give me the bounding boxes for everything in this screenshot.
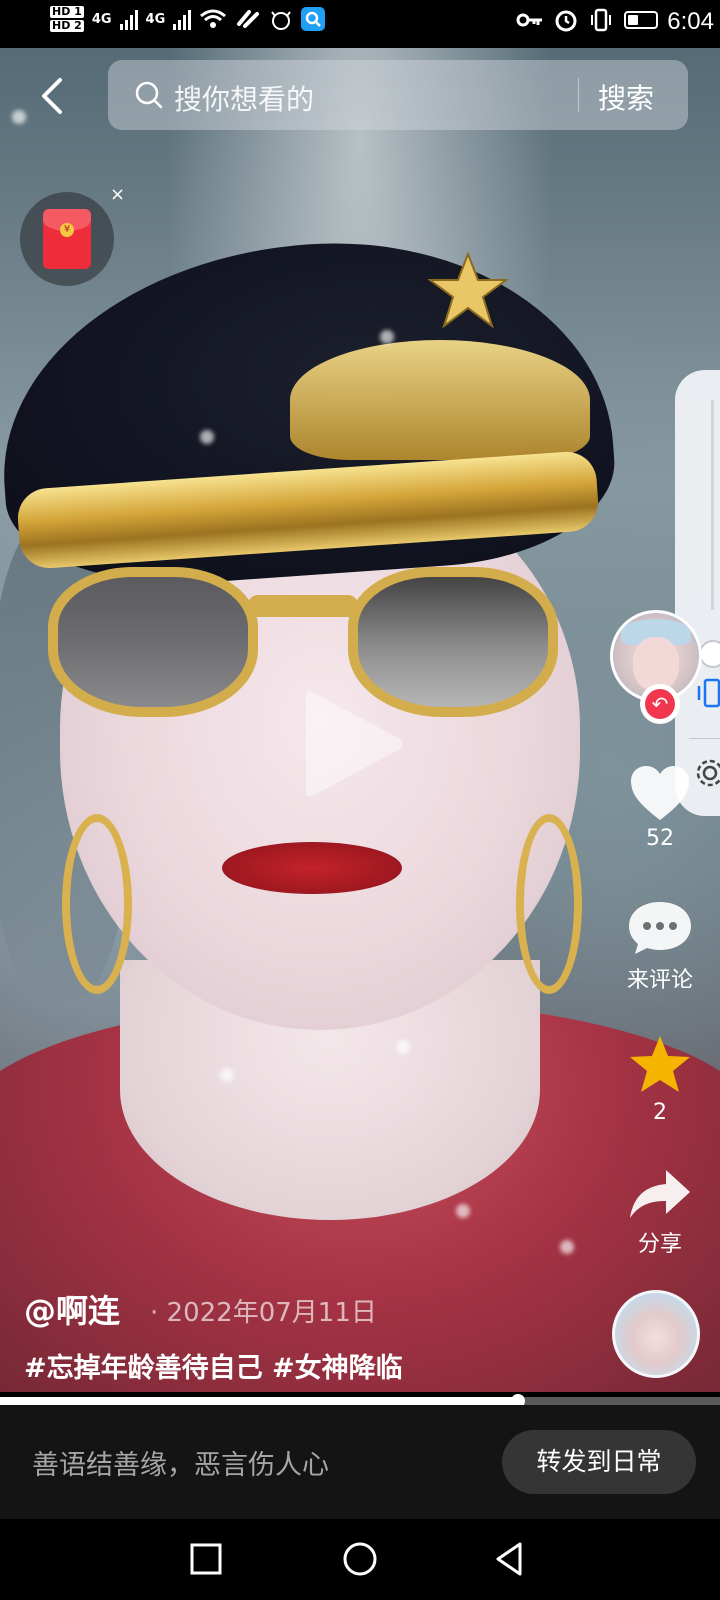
status-time: 6:04	[667, 8, 714, 35]
video-progress-fill	[0, 1397, 519, 1405]
video-earring-left	[62, 814, 132, 994]
red-envelope-icon: ¥	[43, 209, 91, 269]
sparkle	[200, 430, 214, 444]
sparkle	[12, 110, 26, 124]
signal-bars-2	[173, 8, 192, 30]
chevron-left-icon[interactable]	[34, 76, 74, 116]
favorite-count: 2	[653, 1100, 667, 1125]
search-bar[interactable]: 搜你想看的 搜索	[108, 60, 688, 130]
share-label: 分享	[637, 1232, 682, 1257]
comment-label: 来评论	[626, 968, 693, 993]
search-divider	[578, 78, 579, 112]
link-icon	[237, 10, 260, 28]
search-app-icon	[301, 7, 326, 31]
signal-bars-1	[119, 8, 138, 30]
avatar-face	[633, 637, 679, 691]
screen: HD 1 HD 2 4G 4G 6:04 搜你想看的 搜索 ¥ × ↶ 52 来…	[0, 0, 720, 1600]
author-name[interactable]: @啊连	[24, 1286, 120, 1332]
sparkle	[560, 1240, 574, 1254]
video-progress-bar[interactable]	[0, 1394, 720, 1408]
floating-side-panel[interactable]	[675, 370, 720, 816]
video-hat-wings	[290, 340, 590, 460]
status-bar-right: 6:04	[516, 8, 714, 35]
follow-button[interactable]: ↶	[640, 684, 680, 724]
side-panel-slider-knob[interactable]	[699, 640, 720, 668]
video-earring-right	[516, 814, 582, 994]
share-arrow-icon[interactable]	[628, 1168, 692, 1220]
star-icon[interactable]	[628, 1034, 692, 1094]
status-bar-left: HD 1 HD 2 4G 4G	[50, 6, 326, 32]
search-input[interactable]: 搜你想看的	[174, 78, 314, 118]
network-type-2: 4G	[145, 11, 166, 27]
comment-bubble-icon[interactable]	[627, 900, 693, 956]
red-packet-button[interactable]: ¥	[20, 192, 114, 286]
sunglasses-bridge	[248, 595, 358, 617]
follow-arrow-icon: ↶	[645, 689, 675, 719]
heart-icon[interactable]	[629, 764, 691, 822]
sunglasses-lens-left	[48, 567, 258, 717]
sparkle	[220, 1068, 234, 1082]
forward-to-daily-button[interactable]: 转发到日常	[502, 1430, 696, 1494]
comment-bar: 善语结善缘，恶言伤人心 转发到日常	[0, 1405, 720, 1519]
side-panel-slider-track[interactable]	[711, 400, 714, 610]
sparkle	[456, 1204, 470, 1218]
video-lips	[222, 842, 402, 894]
triangle-back-icon[interactable]	[490, 1539, 530, 1579]
music-disc[interactable]	[612, 1290, 700, 1378]
search-icon	[135, 81, 163, 109]
alarm-icon	[555, 10, 577, 32]
search-button[interactable]: 搜索	[598, 77, 654, 117]
red-packet-close-button[interactable]: ×	[110, 184, 125, 205]
coin-icon: ¥	[60, 223, 74, 237]
vibrate-icon	[591, 8, 611, 32]
favorite-action[interactable]: 2	[615, 1034, 705, 1125]
system-nav-bar	[0, 1519, 720, 1600]
hd-indicator: HD 1 HD 2	[50, 6, 84, 32]
cow-app-icon	[271, 11, 292, 30]
like-count: 52	[646, 826, 674, 851]
network-type-1: 4G	[91, 11, 112, 27]
status-bar: HD 1 HD 2 4G 4G 6:04	[0, 0, 720, 48]
circle-icon[interactable]	[340, 1539, 380, 1579]
share-action[interactable]: 分享	[615, 1168, 705, 1258]
key-icon	[516, 13, 542, 27]
sparkle	[380, 330, 394, 344]
hd1-label: HD 1	[50, 5, 84, 18]
hat-star-badge	[428, 252, 508, 329]
wifi-icon	[200, 9, 227, 28]
comment-input[interactable]: 善语结善缘，恶言伤人心	[32, 1443, 329, 1482]
hashtags[interactable]: #忘掉年龄善待自己 #女神降临	[24, 1346, 403, 1385]
play-icon[interactable]	[298, 684, 408, 804]
hd2-label: HD 2	[50, 19, 84, 32]
screen-mode-icon[interactable]	[693, 676, 720, 712]
like-action[interactable]: 52	[615, 764, 705, 851]
battery-icon	[624, 11, 658, 29]
square-icon[interactable]	[186, 1539, 226, 1579]
sparkle	[396, 1040, 410, 1054]
side-panel-divider	[689, 738, 720, 739]
comment-action[interactable]: 来评论	[615, 900, 705, 994]
post-date: · 2022年07月11日	[150, 1298, 377, 1328]
